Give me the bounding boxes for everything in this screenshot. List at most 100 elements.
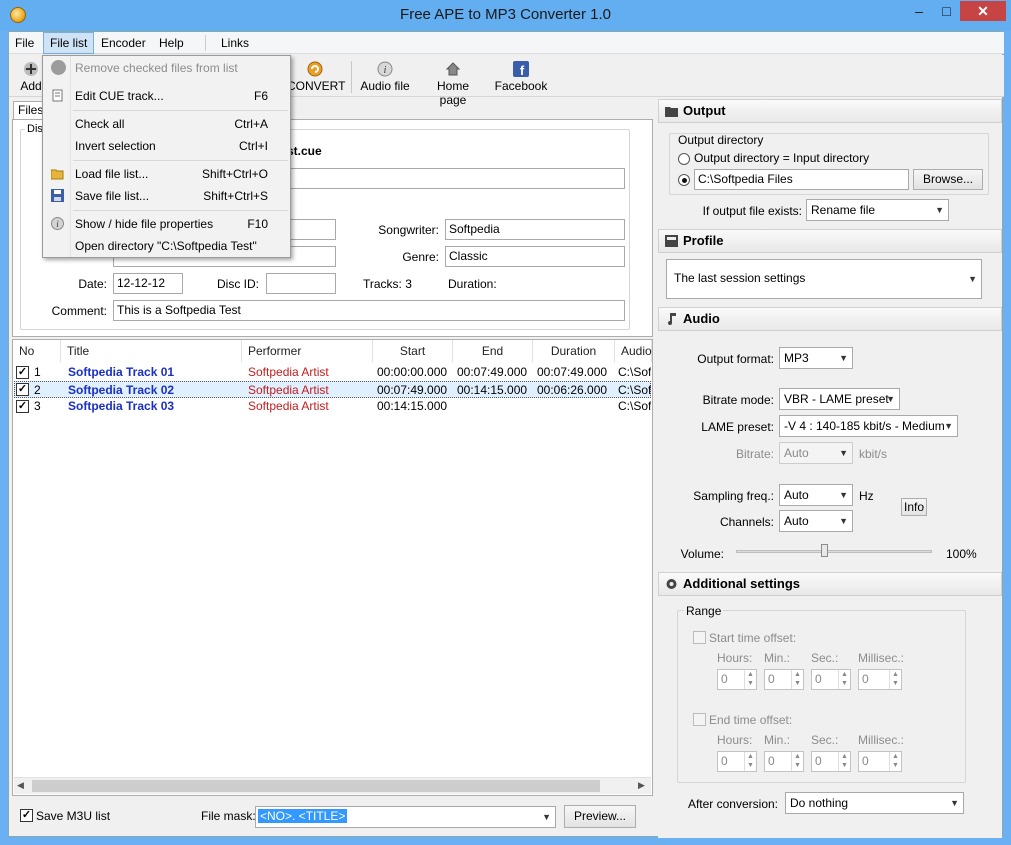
end-sec-spinner[interactable]: 0 ▲ ▼ xyxy=(811,751,851,772)
start-sec-spinner[interactable]: 0 ▲ ▼ xyxy=(811,669,851,690)
spinner-arrows-icon[interactable]: ▲ ▼ xyxy=(791,670,803,689)
scroll-left-icon[interactable]: ◀ xyxy=(17,780,24,791)
volume-slider[interactable] xyxy=(736,544,932,558)
output-format-combo[interactable]: MP3 ▼ xyxy=(779,347,853,369)
additional-settings-header[interactable]: Additional settings xyxy=(658,572,1002,596)
column-audio[interactable]: Audio xyxy=(615,340,652,362)
close-button[interactable]: ✕ xyxy=(960,1,1006,21)
start-hours-spinner[interactable]: 0 ▲ ▼ xyxy=(717,669,757,690)
menu-item-open-directory[interactable]: Open directory "C:\Softpedia Test" xyxy=(43,235,290,257)
table-row[interactable]: ✓ 1 Softpedia Track 01 Softpedia Artist … xyxy=(14,364,651,381)
scrollbar-thumb[interactable] xyxy=(32,780,600,792)
output-header[interactable]: Output xyxy=(658,99,1002,123)
track-no: 1 xyxy=(34,365,41,379)
disc-id-field[interactable] xyxy=(266,273,336,294)
bitrate-mode-value: VBR - LAME preset xyxy=(784,392,889,406)
column-title[interactable]: Title xyxy=(61,340,242,362)
table-row[interactable]: ✓ 3 Softpedia Track 03 Softpedia Artist … xyxy=(14,398,651,415)
bitrate-combo[interactable]: Auto ▼ xyxy=(779,442,853,464)
start-min-spinner[interactable]: 0 ▲ ▼ xyxy=(764,669,804,690)
spinner-arrows-icon[interactable]: ▲ ▼ xyxy=(744,670,756,689)
audio-header[interactable]: Audio xyxy=(658,307,1002,331)
after-conversion-value: Do nothing xyxy=(790,796,849,810)
menu-item-remove-checked[interactable]: Remove checked files from list xyxy=(43,57,290,79)
spinner-arrows-icon[interactable]: ▲ ▼ xyxy=(838,670,850,689)
menu-item-check-all[interactable]: Check all Ctrl+A xyxy=(43,113,290,135)
menu-item-edit-cue[interactable]: Edit CUE track... F6 xyxy=(43,85,290,107)
spinner-arrows-icon[interactable]: ▲ ▼ xyxy=(838,752,850,771)
menu-item-invert-selection[interactable]: Invert selection Ctrl+I xyxy=(43,135,290,157)
spinner-arrows-icon[interactable]: ▲ ▼ xyxy=(791,752,803,771)
input-directory-radio[interactable] xyxy=(678,153,690,165)
end-hours-spinner[interactable]: 0 ▲ ▼ xyxy=(717,751,757,772)
menu-item-show-hide-properties[interactable]: i Show / hide file properties F10 xyxy=(43,213,290,235)
channels-combo[interactable]: Auto ▼ xyxy=(779,510,853,532)
start-millisec-spinner[interactable]: 0 ▲ ▼ xyxy=(858,669,902,690)
column-performer[interactable]: Performer xyxy=(242,340,373,362)
column-no[interactable]: No xyxy=(13,340,61,362)
profile-header[interactable]: Profile xyxy=(658,229,1002,253)
browse-button[interactable]: Browse... xyxy=(913,169,983,190)
scroll-right-icon[interactable]: ▶ xyxy=(638,780,645,791)
audio-file-button[interactable]: i Audio file xyxy=(360,61,410,93)
songwriter-field[interactable]: Softpedia xyxy=(445,219,625,240)
spinner-arrows-icon[interactable]: ▲ ▼ xyxy=(744,752,756,771)
minimize-button[interactable]: – xyxy=(905,1,933,21)
menu-separator xyxy=(73,110,288,111)
genre-field[interactable]: Classic xyxy=(445,246,625,267)
menu-help[interactable]: Help xyxy=(153,32,190,54)
end-min-spinner[interactable]: 0 ▲ ▼ xyxy=(764,751,804,772)
maximize-button[interactable]: □ xyxy=(933,1,960,21)
menu-item-shortcut: Ctrl+I xyxy=(238,139,268,153)
spinner-arrows-icon[interactable]: ▲ ▼ xyxy=(889,670,901,689)
save-m3u-checkbox[interactable]: ✓ xyxy=(20,809,33,822)
svg-text:f: f xyxy=(520,63,525,77)
sampling-freq-combo[interactable]: Auto ▼ xyxy=(779,484,853,506)
after-conversion-combo[interactable]: Do nothing ▼ xyxy=(785,792,964,814)
if-exists-combo[interactable]: Rename file ▼ xyxy=(806,199,949,221)
additional-settings-label: Additional settings xyxy=(683,576,800,591)
horizontal-scrollbar[interactable]: ◀ ▶ xyxy=(14,777,651,794)
spinner-arrows-icon[interactable]: ▲ ▼ xyxy=(889,752,901,771)
end-millisec-spinner[interactable]: 0 ▲ ▼ xyxy=(858,751,902,772)
menu-file-list[interactable]: File list xyxy=(43,32,95,54)
toolbar-separator xyxy=(351,61,352,93)
column-start[interactable]: Start xyxy=(373,340,453,362)
volume-thumb[interactable] xyxy=(821,544,828,557)
menu-links[interactable]: Links xyxy=(215,32,255,54)
output-directory-field[interactable]: C:\Softpedia Files xyxy=(694,169,909,190)
sampling-unit: Hz xyxy=(859,489,874,503)
convert-button[interactable]: CONVERT xyxy=(287,61,345,93)
track-no: 3 xyxy=(34,399,41,413)
menu-bar: File File list Encoder Help Links xyxy=(9,32,1004,54)
date-field[interactable]: 12-12-12 xyxy=(113,273,183,294)
custom-directory-radio[interactable] xyxy=(678,174,690,186)
lame-preset-combo[interactable]: -V 4 : 140-185 kbit/s - Medium ▼ xyxy=(779,415,958,437)
menu-file[interactable]: File xyxy=(9,32,40,54)
table-row[interactable]: ✓ 2 Softpedia Track 02 Softpedia Artist … xyxy=(14,381,651,398)
column-duration[interactable]: Duration xyxy=(533,340,615,362)
file-mask-combo[interactable]: <NO>. <TITLE> ▼ xyxy=(255,806,556,828)
track-checkbox[interactable]: ✓ xyxy=(16,366,29,379)
track-checkbox[interactable]: ✓ xyxy=(16,383,29,396)
spinner-value: 0 xyxy=(815,754,822,768)
preview-button[interactable]: Preview... xyxy=(564,805,636,828)
facebook-button[interactable]: f Facebook xyxy=(493,61,549,93)
menu-item-save-file-list[interactable]: Save file list... Shift+Ctrl+S xyxy=(43,185,290,207)
track-end: 00:07:49.000 xyxy=(457,365,528,379)
album-field[interactable] xyxy=(287,168,625,189)
profile-combo[interactable]: The last session settings ▼ xyxy=(666,259,982,299)
menu-encoder[interactable]: Encoder xyxy=(95,32,152,54)
disc-id-label: Disc ID: xyxy=(217,277,259,291)
track-list: No Title Performer Start End Duration Au… xyxy=(12,339,653,796)
comment-field[interactable]: This is a Softpedia Test xyxy=(113,300,625,321)
start-offset-checkbox[interactable] xyxy=(693,631,706,644)
end-offset-checkbox[interactable] xyxy=(693,713,706,726)
channels-label: Channels: xyxy=(719,515,774,529)
track-checkbox[interactable]: ✓ xyxy=(16,400,29,413)
menu-item-load-file-list[interactable]: Load file list... Shift+Ctrl+O xyxy=(43,163,290,185)
column-end[interactable]: End xyxy=(453,340,533,362)
track-title: Softpedia Track 03 xyxy=(68,399,175,413)
info-button[interactable]: Info xyxy=(901,498,927,516)
bitrate-mode-combo[interactable]: VBR - LAME preset ▼ xyxy=(779,388,900,410)
